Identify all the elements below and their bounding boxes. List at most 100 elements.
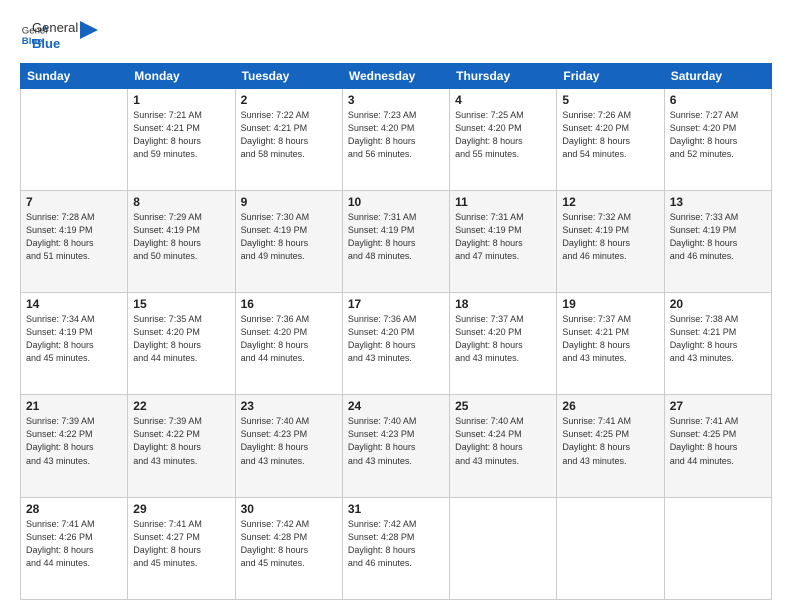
day-info: Sunrise: 7:41 AMSunset: 4:26 PMDaylight:… [26, 518, 122, 570]
calendar-cell: 19Sunrise: 7:37 AMSunset: 4:21 PMDayligh… [557, 293, 664, 395]
calendar-cell: 13 Sunrise: 7:33 AMSunset: 4:19 PMDayligh… [664, 190, 771, 292]
weekday-header: Sunday [21, 63, 128, 88]
day-number: 31 [348, 502, 444, 516]
day-info: Sunrise: 7:26 AMSunset: 4:20 PMDaylight:… [562, 109, 658, 161]
calendar-cell: 29 Sunrise: 7:41 AMSunset: 4:27 PMDayligh… [128, 497, 235, 599]
day-info: Sunrise: 7:22 AMSunset: 4:21 PMDaylight:… [241, 109, 337, 161]
calendar-cell: 30Sunrise: 7:42 AMSunset: 4:28 PMDayligh… [235, 497, 342, 599]
calendar-week-row: 21 Sunrise: 7:39 AMSunset: 4:22 PMDayligh… [21, 395, 772, 497]
calendar-week-row: 28 Sunrise: 7:41 AMSunset: 4:26 PMDayligh… [21, 497, 772, 599]
calendar-cell: 27Sunrise: 7:41 AMSunset: 4:25 PMDayligh… [664, 395, 771, 497]
day-info: Sunrise: 7:23 AMSunset: 4:20 PMDaylight:… [348, 109, 444, 161]
day-info: Sunrise: 7:40 AMSunset: 4:23 PMDaylight:… [348, 415, 444, 467]
day-info: Sunrise: 7:30 AMSunset: 4:19 PMDaylight:… [241, 211, 337, 263]
day-info: Sunrise: 7:37 AMSunset: 4:21 PMDaylight:… [562, 313, 658, 365]
day-number: 6 [670, 93, 766, 107]
day-info: Sunrise: 7:36 AMSunset: 4:20 PMDaylight:… [241, 313, 337, 365]
day-info: Sunrise: 7:31 AMSunset: 4:19 PMDaylight:… [348, 211, 444, 263]
day-number: 18 [455, 297, 551, 311]
day-number: 12 [562, 195, 658, 209]
day-info: Sunrise: 7:29 AMSunset: 4:19 PMDaylight:… [133, 211, 229, 263]
day-number: 3 [348, 93, 444, 107]
logo: General Blue General Blue [20, 18, 98, 53]
calendar-cell: 25 Sunrise: 7:40 AMSunset: 4:24 PMDayligh… [450, 395, 557, 497]
calendar-cell: 2 Sunrise: 7:22 AMSunset: 4:21 PMDaylight… [235, 88, 342, 190]
day-number: 25 [455, 399, 551, 413]
day-number: 28 [26, 502, 122, 516]
calendar-cell [21, 88, 128, 190]
day-number: 4 [455, 93, 551, 107]
weekday-header: Friday [557, 63, 664, 88]
calendar-cell: 15Sunrise: 7:35 AMSunset: 4:20 PMDayligh… [128, 293, 235, 395]
day-info: Sunrise: 7:33 AMSunset: 4:19 PMDaylight:… [670, 211, 766, 263]
calendar-header-row: SundayMondayTuesdayWednesdayThursdayFrid… [21, 63, 772, 88]
day-number: 11 [455, 195, 551, 209]
calendar-cell: 4 Sunrise: 7:25 AMSunset: 4:20 PMDaylight… [450, 88, 557, 190]
day-number: 30 [241, 502, 337, 516]
calendar-cell: 6Sunrise: 7:27 AMSunset: 4:20 PMDaylight… [664, 88, 771, 190]
day-number: 17 [348, 297, 444, 311]
day-number: 21 [26, 399, 122, 413]
day-number: 9 [241, 195, 337, 209]
day-number: 13 [670, 195, 766, 209]
header: General Blue General Blue [20, 18, 772, 53]
calendar-cell [557, 497, 664, 599]
weekday-header: Saturday [664, 63, 771, 88]
day-number: 26 [562, 399, 658, 413]
day-number: 2 [241, 93, 337, 107]
calendar-cell: 20 Sunrise: 7:38 AMSunset: 4:21 PMDayligh… [664, 293, 771, 395]
day-info: Sunrise: 7:35 AMSunset: 4:20 PMDaylight:… [133, 313, 229, 365]
page: General Blue General Blue SundayMondayTu… [0, 0, 792, 612]
calendar-cell: 31 Sunrise: 7:42 AMSunset: 4:28 PMDayligh… [342, 497, 449, 599]
calendar-cell: 21 Sunrise: 7:39 AMSunset: 4:22 PMDayligh… [21, 395, 128, 497]
day-info: Sunrise: 7:28 AMSunset: 4:19 PMDaylight:… [26, 211, 122, 263]
day-number: 23 [241, 399, 337, 413]
day-info: Sunrise: 7:31 AMSunset: 4:19 PMDaylight:… [455, 211, 551, 263]
day-info: Sunrise: 7:41 AMSunset: 4:25 PMDaylight:… [670, 415, 766, 467]
day-info: Sunrise: 7:34 AMSunset: 4:19 PMDaylight:… [26, 313, 122, 365]
day-info: Sunrise: 7:41 AMSunset: 4:25 PMDaylight:… [562, 415, 658, 467]
calendar-cell: 28 Sunrise: 7:41 AMSunset: 4:26 PMDayligh… [21, 497, 128, 599]
weekday-header: Monday [128, 63, 235, 88]
logo-arrow-icon [80, 21, 98, 39]
logo-general: General [32, 20, 78, 36]
day-info: Sunrise: 7:25 AMSunset: 4:20 PMDaylight:… [455, 109, 551, 161]
day-info: Sunrise: 7:40 AMSunset: 4:24 PMDaylight:… [455, 415, 551, 467]
calendar-week-row: 1 Sunrise: 7:21 AMSunset: 4:21 PMDaylight… [21, 88, 772, 190]
weekday-header: Wednesday [342, 63, 449, 88]
day-info: Sunrise: 7:21 AMSunset: 4:21 PMDaylight:… [133, 109, 229, 161]
day-info: Sunrise: 7:37 AMSunset: 4:20 PMDaylight:… [455, 313, 551, 365]
day-info: Sunrise: 7:39 AMSunset: 4:22 PMDaylight:… [26, 415, 122, 467]
calendar-table: SundayMondayTuesdayWednesdayThursdayFrid… [20, 63, 772, 601]
calendar-cell: 10 Sunrise: 7:31 AMSunset: 4:19 PMDayligh… [342, 190, 449, 292]
calendar-cell: 8 Sunrise: 7:29 AMSunset: 4:19 PMDaylight… [128, 190, 235, 292]
day-info: Sunrise: 7:36 AMSunset: 4:20 PMDaylight:… [348, 313, 444, 365]
calendar-week-row: 14 Sunrise: 7:34 AMSunset: 4:19 PMDayligh… [21, 293, 772, 395]
weekday-header: Thursday [450, 63, 557, 88]
day-info: Sunrise: 7:38 AMSunset: 4:21 PMDaylight:… [670, 313, 766, 365]
calendar-cell: 1 Sunrise: 7:21 AMSunset: 4:21 PMDaylight… [128, 88, 235, 190]
day-info: Sunrise: 7:41 AMSunset: 4:27 PMDaylight:… [133, 518, 229, 570]
day-number: 7 [26, 195, 122, 209]
day-number: 10 [348, 195, 444, 209]
calendar-cell: 14 Sunrise: 7:34 AMSunset: 4:19 PMDayligh… [21, 293, 128, 395]
day-number: 20 [670, 297, 766, 311]
calendar-cell: 7 Sunrise: 7:28 AMSunset: 4:19 PMDaylight… [21, 190, 128, 292]
day-number: 29 [133, 502, 229, 516]
calendar-cell: 16 Sunrise: 7:36 AMSunset: 4:20 PMDayligh… [235, 293, 342, 395]
day-number: 16 [241, 297, 337, 311]
day-number: 1 [133, 93, 229, 107]
calendar-cell: 11 Sunrise: 7:31 AMSunset: 4:19 PMDayligh… [450, 190, 557, 292]
day-info: Sunrise: 7:42 AMSunset: 4:28 PMDaylight:… [348, 518, 444, 570]
day-number: 5 [562, 93, 658, 107]
calendar-cell: 17 Sunrise: 7:36 AMSunset: 4:20 PMDayligh… [342, 293, 449, 395]
day-number: 8 [133, 195, 229, 209]
calendar-cell: 12Sunrise: 7:32 AMSunset: 4:19 PMDayligh… [557, 190, 664, 292]
calendar-cell: 24Sunrise: 7:40 AMSunset: 4:23 PMDayligh… [342, 395, 449, 497]
calendar-cell [664, 497, 771, 599]
day-info: Sunrise: 7:39 AMSunset: 4:22 PMDaylight:… [133, 415, 229, 467]
calendar-cell [450, 497, 557, 599]
calendar-cell: 5 Sunrise: 7:26 AMSunset: 4:20 PMDaylight… [557, 88, 664, 190]
day-number: 14 [26, 297, 122, 311]
calendar-cell: 3 Sunrise: 7:23 AMSunset: 4:20 PMDaylight… [342, 88, 449, 190]
